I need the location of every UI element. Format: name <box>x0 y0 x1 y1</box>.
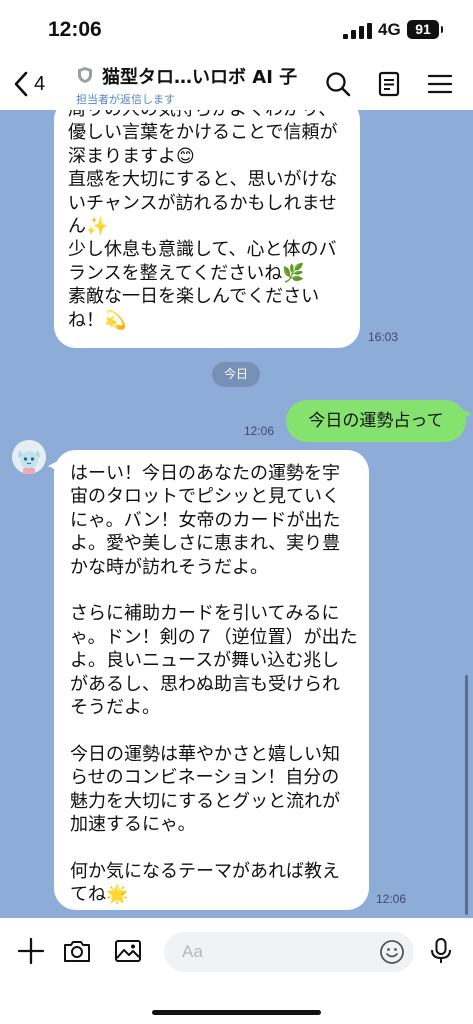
menu-icon[interactable] <box>426 70 454 98</box>
sent-message-bubble[interactable]: 今日の運勢占って <box>286 400 472 442</box>
home-indicator[interactable] <box>152 1010 321 1015</box>
received-message-text: はーい！今日のあなたの運勢を宇 宙のタロットでピシッと見ていく にゃ。バン！女帝… <box>70 463 358 906</box>
received-message-bubble[interactable]: はーい！今日のあなたの運勢を宇 宙のタロットでピシッと見ていく にゃ。バン！女帝… <box>48 450 369 910</box>
image-icon[interactable] <box>113 936 143 966</box>
camera-icon[interactable] <box>62 936 92 966</box>
chat-subtitle: 担当者が返信します <box>76 93 175 106</box>
unread-count: 4 <box>34 72 46 95</box>
scroll-indicator[interactable] <box>465 675 468 915</box>
notes-icon[interactable] <box>375 70 403 98</box>
received-message-bubble[interactable]: 周りの人の気持ちがよくわかり、 優しい言葉をかけることで信頼が 深まりますよ😊 … <box>54 110 360 348</box>
chevron-left-icon <box>14 71 28 97</box>
status-time: 12:06 <box>48 18 102 41</box>
battery-icon: 91 <box>407 20 443 39</box>
message-time: 16:03 <box>368 330 399 344</box>
message-input-bar: Aa <box>0 918 473 1024</box>
cat-avatar-icon <box>12 440 46 474</box>
emoji-icon[interactable] <box>379 939 405 965</box>
date-separator: 今日 <box>212 362 260 387</box>
microphone-icon[interactable] <box>426 936 456 966</box>
plus-icon[interactable] <box>16 936 46 966</box>
sent-message-time: 12:06 <box>244 424 275 438</box>
signal-icon <box>343 23 372 39</box>
message-input[interactable]: Aa <box>164 932 414 972</box>
search-icon[interactable] <box>324 70 352 98</box>
message-time: 12:06 <box>376 892 407 906</box>
chat-header: 4 猫型タロ…いロボ AI 子 担当者が返信します <box>0 62 473 110</box>
network-label: 4G <box>378 20 401 39</box>
back-button[interactable]: 4 <box>12 68 58 100</box>
shield-icon <box>78 67 92 83</box>
chat-title[interactable]: 猫型タロ…いロボ AI 子 <box>102 63 297 89</box>
message-input-placeholder: Aa <box>182 942 203 961</box>
bot-avatar[interactable] <box>12 440 46 474</box>
received-message-text: 周りの人の気持ちがよくわかり、 優しい言葉をかけることで信頼が 深まりますよ😊 … <box>68 110 338 331</box>
status-bar: 12:06 4G 91 <box>0 0 473 62</box>
chat-area[interactable]: 周りの人の気持ちがよくわかり、 優しい言葉をかけることで信頼が 深まりますよ😊 … <box>0 110 473 918</box>
